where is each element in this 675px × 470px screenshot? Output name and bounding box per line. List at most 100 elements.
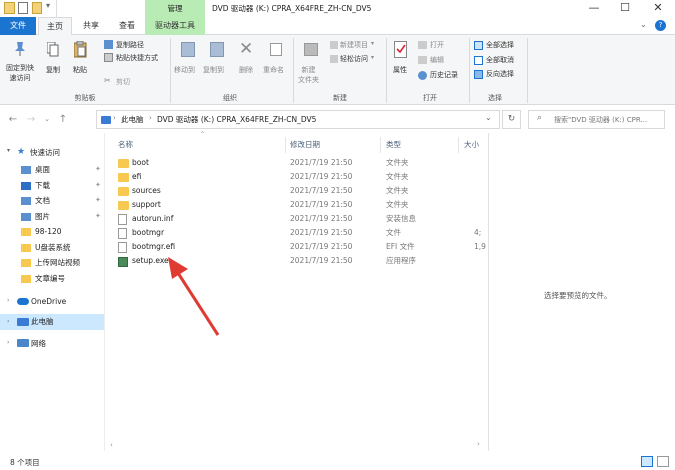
file-row[interactable]: autorun.inf 2021/7/19 21:50 安装信息	[110, 212, 488, 226]
breadcrumb-this-pc[interactable]: 此电脑	[121, 114, 144, 125]
file-type: 安装信息	[386, 214, 416, 223]
nav-network[interactable]: 网络	[31, 336, 46, 351]
sidebar-item[interactable]: 文章编号	[0, 271, 104, 286]
nav-this-pc-selected[interactable]: › 此电脑	[0, 314, 104, 330]
minimize-button[interactable]: —	[579, 0, 609, 17]
file-name: boot	[132, 158, 149, 167]
preview-message: 选择要预览的文件。	[544, 291, 612, 300]
breadcrumb-separator: ›	[309, 114, 312, 122]
file-icon	[118, 228, 127, 239]
open-button[interactable]: 打开	[430, 40, 444, 50]
expand-arrow-icon[interactable]: ›	[7, 297, 9, 304]
folder-icon	[21, 243, 31, 252]
close-button[interactable]: ✕	[643, 0, 673, 17]
qat-dropdown-icon[interactable]: ▾	[46, 1, 50, 10]
move-to-button[interactable]: 移动到	[173, 39, 203, 79]
paste-shortcut-button[interactable]: 粘贴快捷方式	[116, 53, 158, 63]
expand-arrow-icon[interactable]: ›	[7, 318, 9, 325]
network-icon	[17, 339, 29, 347]
history-button[interactable]: 历史记录	[430, 70, 458, 80]
divider	[386, 38, 387, 103]
history-icon	[418, 71, 427, 80]
new-item-button[interactable]: 新建项目	[340, 40, 368, 50]
breadcrumb-separator: ›	[149, 114, 152, 122]
expand-arrow-icon[interactable]: ▾	[7, 147, 10, 154]
divider	[104, 133, 105, 451]
file-name: bootmgr	[132, 228, 165, 237]
copy-button[interactable]: 复制	[42, 39, 64, 79]
rename-button[interactable]: 重命名	[262, 39, 290, 79]
divider	[170, 38, 171, 103]
file-row[interactable]: support 2021/7/19 21:50 文件夹	[110, 198, 488, 212]
column-header-size[interactable]: 大小	[464, 137, 479, 153]
copy-label: 复制	[46, 66, 60, 74]
address-dropdown-icon[interactable]: ⌄	[485, 113, 492, 122]
sidebar-item[interactable]: 上传网站视频	[0, 255, 104, 270]
refresh-button[interactable]: ↻	[502, 110, 521, 129]
sidebar-item[interactable]: 桌面 ✦	[0, 162, 104, 177]
nav-quick-access[interactable]: 快速访问	[30, 145, 60, 160]
new-item-icon	[330, 41, 338, 49]
select-all-icon	[474, 41, 483, 50]
column-header-type[interactable]: 类型	[386, 137, 401, 153]
breadcrumb-drive[interactable]: DVD 驱动器 (K:) CPRA_X64FRE_ZH-CN_DV5	[157, 114, 316, 125]
sidebar-item-label: 文章编号	[35, 273, 65, 283]
pin-quick-access-button[interactable]: 固定到快 速访问	[4, 39, 38, 87]
tab-share[interactable]: 共享	[74, 17, 108, 35]
forward-button[interactable]: →	[24, 110, 38, 129]
copy-icon	[46, 41, 59, 57]
file-type: 文件夹	[386, 158, 409, 167]
paste-button[interactable]: 粘贴	[68, 39, 92, 79]
file-row[interactable]: bootmgr.efi 2021/7/19 21:50 EFI 文件 1,9	[110, 240, 488, 254]
download-icon	[21, 181, 31, 190]
properties-quick-icon[interactable]	[18, 2, 28, 14]
file-row[interactable]: efi 2021/7/19 21:50 文件夹	[110, 170, 488, 184]
column-header-name[interactable]: 名称	[118, 137, 133, 153]
rename-icon	[270, 43, 282, 56]
properties-button[interactable]: 属性	[389, 39, 413, 79]
properties-label: 属性	[393, 66, 407, 74]
scroll-left-icon[interactable]: ‹	[110, 441, 113, 449]
collapse-ribbon-icon[interactable]: ⌄	[640, 20, 647, 29]
expand-arrow-icon[interactable]: ›	[7, 339, 9, 346]
up-button[interactable]: ↑	[56, 110, 70, 129]
settings-file-icon	[118, 214, 127, 225]
search-input[interactable]: ⌕ 搜索"DVD 驱动器 (K:) CPR...	[528, 110, 665, 129]
sidebar-item[interactable]: 文档 ✦	[0, 193, 104, 208]
easy-access-button[interactable]: 轻松访问	[340, 54, 368, 64]
edit-button[interactable]: 编辑	[430, 55, 444, 65]
sidebar-item[interactable]: 98-120	[0, 224, 104, 239]
pin-icon: ✦	[95, 165, 101, 173]
file-name: autorun.inf	[132, 214, 174, 223]
cut-button[interactable]: 剪切	[116, 77, 130, 87]
back-button[interactable]: ←	[6, 110, 20, 129]
column-header-modified[interactable]: 修改日期	[290, 137, 320, 153]
sidebar-item[interactable]: U盘装系统	[0, 240, 104, 255]
sidebar-item[interactable]: 图片 ✦	[0, 209, 104, 224]
invert-select-button[interactable]: 反向选择	[486, 69, 514, 79]
tab-view[interactable]: 查看	[110, 17, 144, 35]
copy-to-button[interactable]: 复制到	[202, 39, 232, 79]
details-view-icon[interactable]	[641, 456, 653, 467]
recent-locations-button[interactable]: ⌄	[40, 110, 54, 129]
delete-button[interactable]: ✕ 删除	[236, 39, 258, 79]
tab-drive-tools[interactable]: 驱动器工具	[145, 17, 205, 35]
tab-file[interactable]: 文件	[0, 17, 36, 35]
new-folder-quick-icon[interactable]	[32, 2, 42, 14]
maximize-button[interactable]: ☐	[610, 0, 640, 17]
select-none-button[interactable]: 全部取消	[486, 55, 514, 65]
large-icons-view-icon[interactable]	[657, 456, 669, 467]
scroll-right-icon[interactable]: ›	[477, 440, 480, 448]
tab-home[interactable]: 主页	[38, 17, 72, 35]
folder-icon	[118, 201, 129, 210]
help-icon[interactable]: ?	[655, 20, 666, 31]
sidebar-item[interactable]: 下载 ✦	[0, 178, 104, 193]
nav-onedrive[interactable]: OneDrive	[31, 294, 66, 309]
file-row[interactable]: bootmgr 2021/7/19 21:50 文件 4;	[110, 226, 488, 240]
file-row[interactable]: sources 2021/7/19 21:50 文件夹	[110, 184, 488, 198]
copy-path-button[interactable]: 复制路径	[116, 40, 144, 50]
select-all-button[interactable]: 全部选择	[486, 40, 514, 50]
file-row[interactable]: boot 2021/7/19 21:50 文件夹	[110, 156, 488, 170]
new-folder-button[interactable]: 新建 文件夹	[296, 39, 326, 87]
address-bar[interactable]: › 此电脑 › DVD 驱动器 (K:) CPRA_X64FRE_ZH-CN_D…	[96, 110, 500, 129]
